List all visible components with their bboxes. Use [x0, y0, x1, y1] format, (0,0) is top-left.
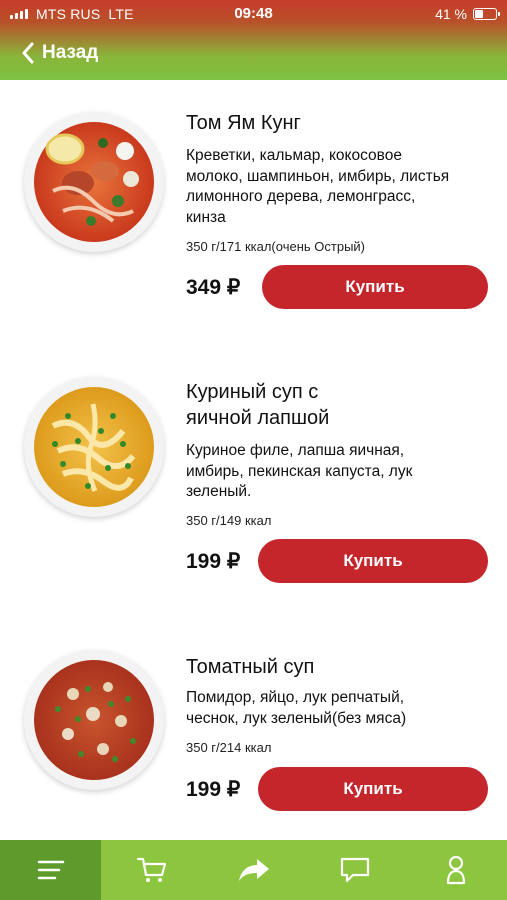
- dish-description-line: кинза: [186, 208, 226, 226]
- dish-title: Томатный суп: [186, 654, 314, 680]
- share-icon: [238, 859, 269, 881]
- dish-description-line: Креветки, кальмар, кокосовое: [186, 147, 402, 164]
- dish-title: Том Ям Кунг: [186, 110, 301, 136]
- menu-item: Том Ям Кунг Креветки, кальмар, кокосовое…: [0, 80, 507, 320]
- chat-icon: [340, 857, 370, 883]
- dish-weight: 350 г/171 ккал(очень Острый): [186, 239, 366, 254]
- dish-weight: 350 г/214 ккал: [186, 740, 272, 755]
- status-bar: MTS RUS LTE 09:48 41 %: [0, 0, 507, 28]
- profile-icon: [447, 855, 466, 885]
- dish-description-line: лимонного дерева, лемонграсс,: [186, 188, 416, 205]
- nav-profile[interactable]: [406, 840, 507, 900]
- status-time: 09:48: [234, 5, 273, 22]
- dish-title-line: Куриный суп с: [186, 381, 319, 403]
- nav-cart[interactable]: [101, 840, 202, 900]
- battery-percent: 41 %: [435, 6, 467, 22]
- dish-description-line: зеленый.: [186, 483, 252, 500]
- dish-description-line: чеснок, лук зеленый(без мяса): [186, 709, 407, 727]
- bottom-nav: [0, 840, 507, 900]
- menu-item: Куриный суп с яичной лапшой Куриное филе…: [0, 355, 507, 605]
- menu-item: Томатный суп Помидор, яйцо, лук репчатый…: [0, 630, 507, 840]
- dish-title-line: яичной лапшой: [186, 407, 330, 429]
- buy-button[interactable]: Купить: [262, 265, 488, 309]
- dish-price: 199 ₽: [186, 550, 241, 573]
- dish-image: [24, 650, 164, 790]
- dish-title-line: Томатный суп: [186, 656, 315, 678]
- dish-description: Креветки, кальмар, кокосовое молоко, шам…: [186, 146, 491, 228]
- chevron-left-icon: [22, 42, 34, 64]
- back-button[interactable]: Назад: [22, 38, 98, 68]
- dish-image: [24, 112, 164, 252]
- dish-weight: 350 г/149 ккал: [186, 513, 272, 528]
- dish-price: 199 ₽: [186, 778, 241, 801]
- dish-description-line: молоко, шампиньон, имбирь, листья: [186, 167, 450, 185]
- nav-share[interactable]: [203, 840, 304, 900]
- dish-description-line: Помидор, яйцо, лук репчатый,: [186, 689, 405, 706]
- app-header: MTS RUS LTE 09:48 41 % Назад: [0, 0, 507, 80]
- nav-menu[interactable]: [0, 840, 102, 900]
- dish-description-line: Куриное филе, лапша яичная,: [186, 442, 405, 459]
- menu-icon: [37, 860, 64, 880]
- cart-icon: [137, 857, 167, 882]
- battery-icon: [473, 8, 500, 20]
- dish-description-line: имбирь, пекинская капуста, лук: [186, 462, 413, 480]
- buy-button[interactable]: Купить: [258, 539, 488, 583]
- back-label: Назад: [42, 42, 99, 63]
- dish-description: Помидор, яйцо, лук репчатый, чеснок, лук…: [186, 688, 491, 729]
- dish-title: Куриный суп с яичной лапшой: [186, 379, 329, 431]
- dish-price: 349 ₽: [186, 276, 241, 299]
- buy-button[interactable]: Купить: [258, 767, 488, 811]
- dish-description: Куриное филе, лапша яичная, имбирь, пеки…: [186, 441, 491, 503]
- dish-title-line: Том Ям Кунг: [186, 112, 301, 134]
- nav-chat[interactable]: [304, 840, 405, 900]
- dish-image: [24, 377, 164, 517]
